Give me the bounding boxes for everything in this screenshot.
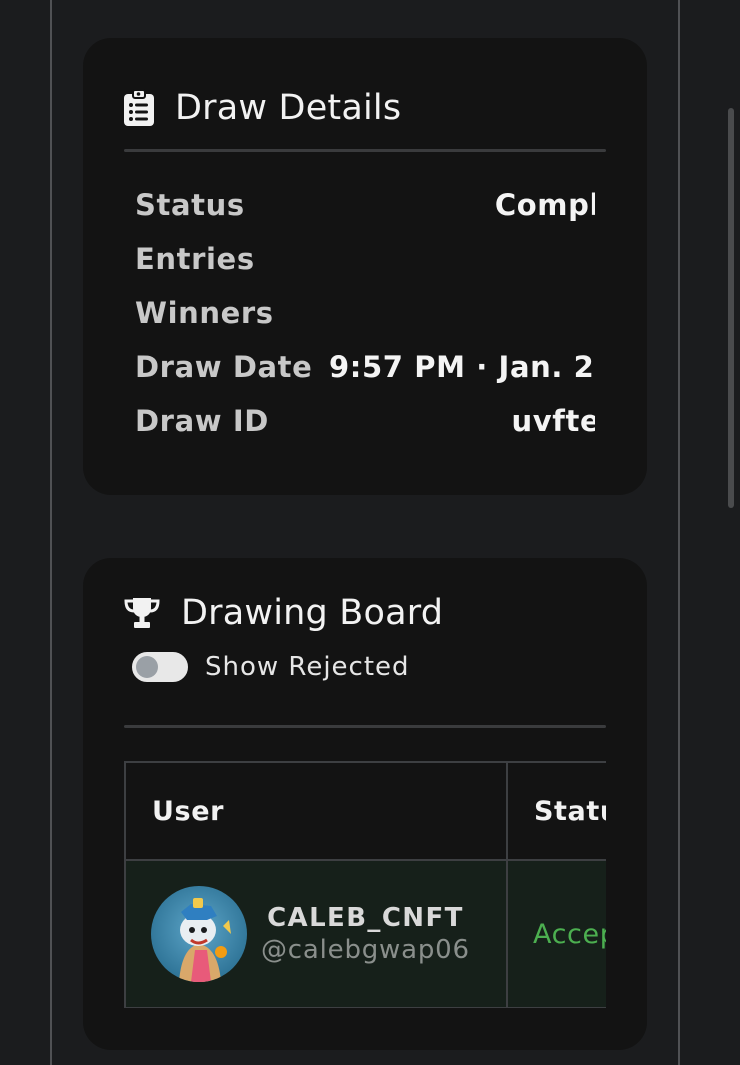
- drawing-board-header: Drawing Board: [123, 590, 443, 636]
- clipboard-list-icon: [123, 89, 155, 127]
- detail-row-entries: Entries 170: [135, 242, 595, 296]
- column-header-user[interactable]: User: [124, 761, 508, 861]
- status-cell: Accepted: [506, 859, 606, 1008]
- table-row[interactable]: CALEB_CNFT @calebgwap06 Accepted: [124, 859, 606, 1008]
- scrollbar[interactable]: [728, 108, 734, 508]
- drawing-board-title: Drawing Board: [181, 593, 444, 633]
- user-cell: CALEB_CNFT @calebgwap06: [124, 859, 508, 1008]
- table-header-row: User Status: [124, 761, 606, 861]
- drawing-board-divider: [124, 725, 606, 728]
- entry-status: Accepted: [533, 918, 606, 950]
- draw-details-title: Draw Details: [175, 88, 402, 128]
- user-identity: CALEB_CNFT @calebgwap06: [261, 903, 470, 965]
- detail-value: 170: [593, 242, 595, 276]
- draw-details-header: Draw Details: [123, 85, 401, 131]
- page: Draw Details Status Complete Entries 170…: [0, 0, 740, 1065]
- column-header-status[interactable]: Status: [506, 761, 606, 861]
- drawing-board-card: Drawing Board Show Rejected User Status: [83, 558, 647, 1050]
- detail-label: Draw Date: [135, 350, 313, 384]
- trophy-icon: [123, 596, 161, 630]
- detail-row-winners: Winners 1: [135, 296, 595, 350]
- drawing-board-table-wrap[interactable]: User Status: [124, 761, 606, 1008]
- show-rejected-toggle[interactable]: [132, 652, 188, 682]
- detail-label: Entries: [135, 242, 255, 276]
- right-border-line: [678, 0, 680, 1065]
- drawing-board-table: User Status: [124, 761, 606, 1008]
- detail-value: 9:57 PM · Jan. 20: [329, 350, 595, 384]
- detail-value: Complete: [494, 188, 595, 222]
- show-rejected-row: Show Rejected: [132, 652, 410, 682]
- detail-label: Draw ID: [135, 404, 269, 438]
- detail-label: Winners: [135, 296, 274, 330]
- user-display-name[interactable]: CALEB_CNFT: [267, 903, 464, 933]
- toggle-knob: [136, 656, 158, 678]
- detail-label: Status: [135, 188, 245, 222]
- left-border-line: [50, 0, 52, 1065]
- detail-row-draw-id: Draw ID uvftef76: [135, 404, 595, 458]
- detail-row-status: Status Complete: [135, 188, 595, 242]
- show-rejected-label: Show Rejected: [205, 652, 410, 682]
- detail-value: uvftef76: [511, 404, 595, 438]
- draw-details-card: Draw Details Status Complete Entries 170…: [83, 38, 647, 495]
- draw-details-divider: [124, 149, 606, 152]
- detail-row-draw-date: Draw Date 9:57 PM · Jan. 20: [135, 350, 595, 404]
- draw-details-list: Status Complete Entries 170 Winners 1 Dr…: [135, 188, 595, 488]
- avatar[interactable]: [151, 886, 247, 982]
- user-handle[interactable]: @calebgwap06: [261, 935, 470, 965]
